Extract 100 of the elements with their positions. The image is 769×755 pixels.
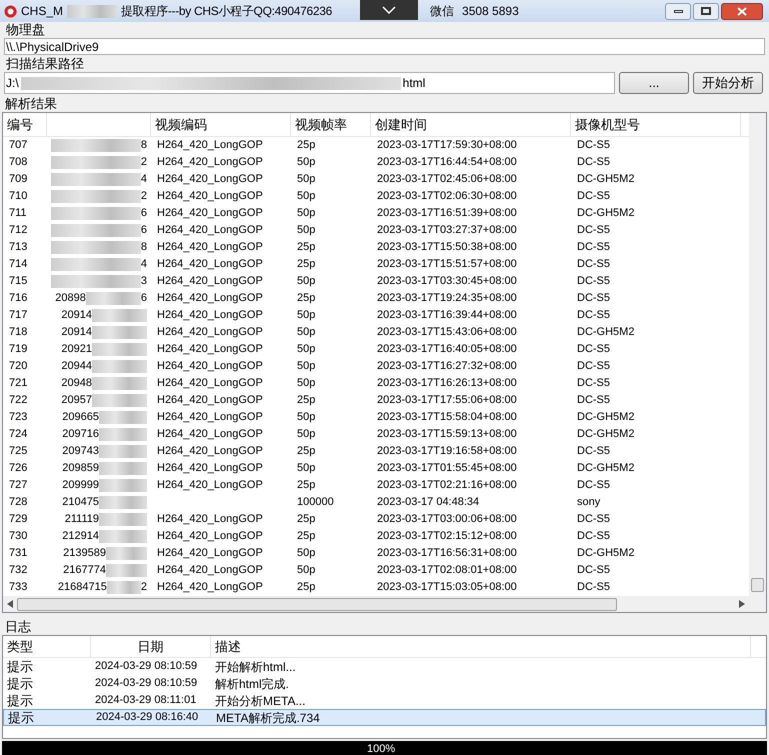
column-header[interactable]: 创建时间: [371, 113, 571, 136]
redaction-blur: [67, 4, 118, 18]
path-label: 扫描结果路径: [5, 56, 85, 72]
table-cell-text: DC-GH5M2: [576, 427, 636, 442]
table-cell-text: 2023-03-17T15:51:57+08:00: [376, 257, 518, 272]
drive-field[interactable]: \\.\PhysicalDrive9: [4, 38, 765, 55]
horizontal-scrollbar[interactable]: [3, 596, 749, 612]
redaction-blur: [106, 564, 147, 577]
redaction-blur: [92, 309, 147, 322]
table-cell-text: 2023-03-17 04:48:34: [376, 495, 480, 510]
table-cell-text: DC-S5: [576, 359, 612, 374]
table-cell-text: DC-GH5M2: [576, 546, 636, 562]
table-cell-text: 4: [140, 172, 147, 188]
table-cell-text: DC-S5: [576, 563, 612, 578]
table-cell: H264_420_LongGOP: [157, 258, 263, 270]
maximize-button[interactable]: [693, 2, 719, 20]
table-cell: H264_420_LongGOP: [157, 411, 263, 424]
table-cell-text: 2024-03-29 08:16:40: [95, 710, 200, 726]
table-cell-text: 开始解析html...: [214, 658, 297, 676]
table-cell: H264_420_LongGOP: [157, 326, 263, 338]
column-header[interactable]: 视频编码: [151, 113, 291, 136]
table-cell-text: DC-S5: [576, 580, 612, 596]
table-cell-text: 50p: [296, 223, 316, 238]
redaction-blur: [99, 411, 147, 424]
table-cell: H264_420_LongGOP: [157, 428, 263, 440]
table-cell-text: 732: [8, 563, 28, 578]
redaction-blur: [99, 445, 147, 458]
table-cell-text: 713: [8, 240, 28, 256]
minimize-button[interactable]: [665, 2, 691, 20]
column-header[interactable]: 类型: [3, 636, 91, 657]
table-cell-text: 提示: [6, 674, 34, 693]
table-cell-text: 725: [8, 444, 28, 460]
redaction-blur: [106, 581, 141, 594]
table-cell-text: 2: [140, 155, 147, 170]
scroll-left-icon[interactable]: [7, 600, 13, 608]
column-header[interactable]: 视频帧率: [291, 113, 371, 136]
table-cell-text: 50p: [296, 325, 316, 340]
table-cell-text: DC-S5: [576, 478, 612, 494]
scrollbar-thumb[interactable]: [751, 578, 764, 592]
table-cell-text: 733: [8, 580, 28, 596]
table-cell-text: 2023-03-17T16:40:05+08:00: [376, 342, 518, 358]
table-cell-text: DC-S5: [576, 529, 612, 544]
table-cell-text: DC-S5: [576, 308, 612, 324]
vertical-scrollbar[interactable]: [749, 113, 766, 612]
close-icon: [737, 6, 747, 16]
table-cell-text: 25p: [296, 138, 316, 154]
log-row[interactable]: 提示 2024-03-29 08:10:59 开始解析html...: [3, 658, 766, 675]
table-cell-text: 21684715: [58, 580, 107, 596]
table-cell-text: 2023-03-17T02:45:06+08:00: [376, 172, 518, 188]
table-cell-text: 2023-03-17T03:00:06+08:00: [376, 512, 518, 528]
table-cell-text: 25p: [296, 580, 316, 596]
table-cell-text: 2023-03-17T02:15:12+08:00: [376, 529, 518, 544]
table-cell-text: 50p: [296, 308, 316, 324]
table-cell-text: 50p: [296, 342, 316, 358]
table-cell-text: 717: [8, 308, 28, 324]
table-cell-text: 707: [8, 138, 28, 154]
start-analysis-button[interactable]: 开始分析: [693, 72, 763, 94]
log-row[interactable]: 提示 2024-03-29 08:11:01 开始分析META...: [3, 692, 766, 709]
table-cell-text: 50p: [296, 376, 316, 392]
column-header[interactable]: 描述: [211, 636, 751, 657]
table-cell-text: 6: [140, 223, 147, 238]
table-cell-text: 209999: [62, 478, 99, 494]
table-cell-text: 2023-03-17T15:43:06+08:00: [376, 325, 518, 340]
table-cell: H264_420_LongGOP: [157, 207, 263, 220]
redaction-blur: [99, 428, 147, 441]
table-cell-text: 3: [140, 274, 147, 290]
table-cell-text: 710: [8, 189, 28, 204]
table-cell-text: 20957: [61, 393, 92, 408]
browse-button[interactable]: ...: [619, 72, 689, 94]
table-cell-text: DC-S5: [576, 155, 612, 170]
table-cell-text: 100000: [296, 495, 335, 510]
close-button[interactable]: [721, 2, 763, 20]
table-cell: H264_420_LongGOP: [157, 292, 263, 304]
table-cell-text: 50p: [296, 155, 316, 170]
table-cell-text: 2023-03-17T16:26:13+08:00: [376, 376, 518, 392]
table-cell-text: DC-S5: [576, 138, 612, 154]
table-cell-text: DC-S5: [576, 257, 612, 272]
path-field[interactable]: J:\ html: [4, 72, 615, 94]
redaction-blur: [99, 462, 147, 475]
scrollbar-thumb[interactable]: [17, 598, 617, 610]
column-header[interactable]: 摄像机型号: [571, 113, 741, 136]
table-cell-text: 50p: [296, 461, 316, 476]
table-cell-text: 2023-03-17T16:44:54+08:00: [376, 155, 518, 170]
column-header[interactable]: 日期: [91, 636, 211, 657]
log-row[interactable]: 提示 2024-03-29 08:10:59 解析html完成.: [3, 675, 766, 692]
table-cell-text: 211119: [64, 512, 99, 528]
table-cell-text: 6: [140, 206, 147, 222]
table-cell-text: 209665: [62, 410, 99, 426]
table-cell: H264_420_LongGOP: [157, 530, 263, 542]
column-header[interactable]: 编号: [3, 113, 47, 136]
table-cell-text: 2023-03-17T15:03:05+08:00: [376, 580, 518, 596]
table-cell-text: 20944: [61, 359, 92, 374]
redaction-blur: [92, 343, 147, 356]
dropdown-tab[interactable]: [360, 0, 418, 20]
table-cell-text: 6: [140, 291, 147, 306]
log-row[interactable]: 提示 2024-03-29 08:16:40 META解析完成.734: [3, 709, 766, 726]
table-cell-text: 解析html完成.: [214, 676, 290, 692]
table-cell-text: 提示: [6, 692, 34, 710]
table-cell-text: 20921: [61, 342, 92, 358]
scroll-right-icon[interactable]: [739, 600, 745, 608]
